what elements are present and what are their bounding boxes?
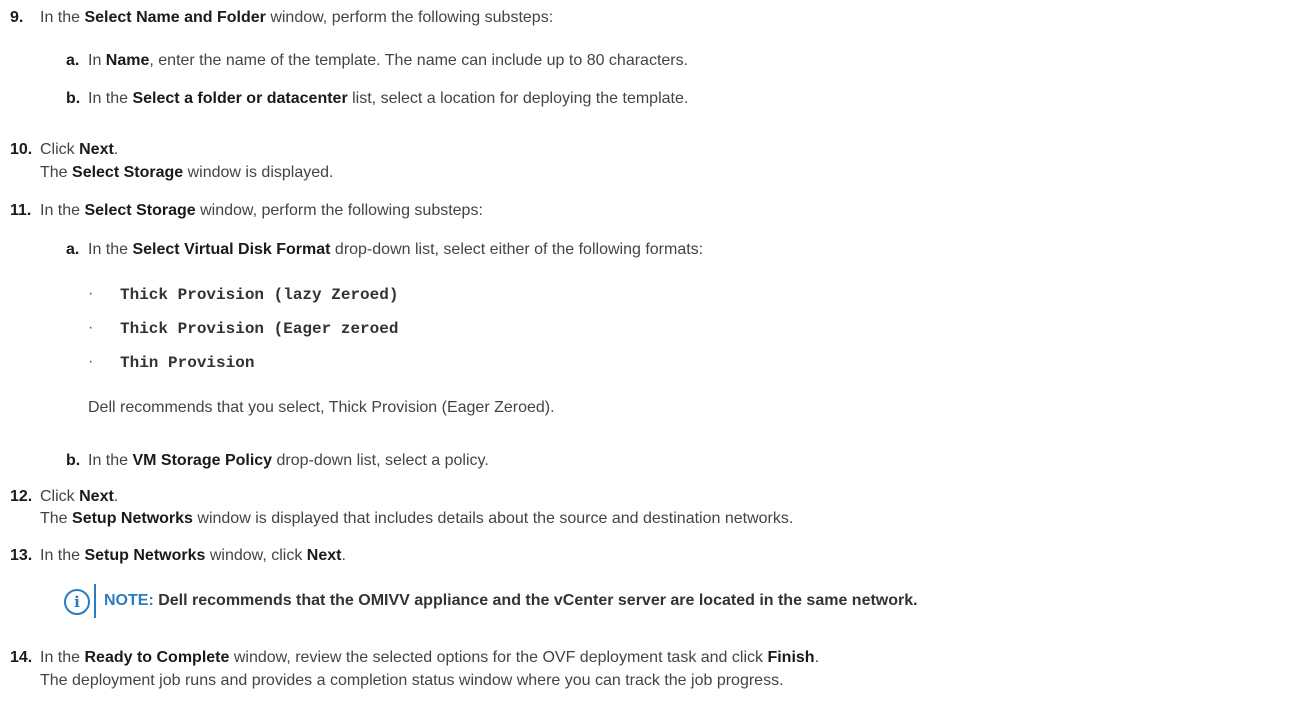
step-text: Click Next. [40, 140, 118, 160]
substep-letter: a. [66, 241, 80, 258]
text-run: . [113, 141, 119, 158]
ui-term: Setup Networks [84, 547, 206, 564]
note-text: NOTE: Dell recommends that the OMIVV app… [104, 591, 918, 611]
text-run: drop-down list, select either of the fol… [330, 241, 704, 258]
text-run: Click [40, 488, 80, 505]
format-item: Thick Provision (lazy Zeroed) [120, 286, 399, 304]
bullet: · [88, 319, 94, 336]
substep-letter: a. [66, 52, 80, 69]
text-run: Click [40, 141, 80, 158]
step-text: In the Setup Networks window, click Next… [40, 546, 346, 566]
recommendation-text: Dell recommends that you select, Thick P… [88, 398, 555, 418]
text-run: window, perform the following substeps: [195, 202, 483, 219]
substep-text: In the Select Virtual Disk Format drop-d… [88, 240, 703, 260]
step-number: 9. [10, 9, 24, 26]
note-label: NOTE: [104, 592, 154, 609]
text-run: Dell recommends that you select, Thick P… [88, 399, 555, 416]
ui-term: Ready to Complete [84, 649, 230, 666]
text-run: window, review the selected options for … [229, 649, 768, 666]
text-run: , enter the name of the template. The na… [149, 52, 689, 69]
text-run: In the [88, 452, 133, 469]
text-run: In the [40, 9, 85, 26]
step-text: In the Ready to Complete window, review … [40, 648, 819, 668]
text-run: . [113, 488, 119, 505]
step-text: In the Select Storage window, perform th… [40, 201, 483, 221]
text-run: window, click [205, 547, 307, 564]
substep-letter: b. [66, 90, 81, 107]
substep-text: In Name, enter the name of the template.… [88, 51, 688, 71]
text-run: In the [88, 90, 133, 107]
text-run: drop-down list, select a policy. [272, 452, 489, 469]
substep-text: In the Select a folder or datacenter lis… [88, 89, 688, 109]
text-run: In [88, 52, 106, 69]
ui-term: Select Storage [84, 202, 196, 219]
step-number: 11. [10, 202, 32, 219]
step-number: 13. [10, 547, 33, 564]
text-run: window is displayed that includes detail… [192, 510, 794, 527]
text-run: In the [88, 241, 133, 258]
ui-term: Next [306, 547, 342, 564]
text-run: window, perform the following substeps: [265, 9, 554, 26]
bullet: · [88, 353, 94, 370]
bullet: · [88, 285, 94, 302]
text-run: window is displayed. [183, 164, 334, 181]
ui-term: VM Storage Policy [132, 452, 273, 469]
step-text: In the Select Name and Folder window, pe… [40, 8, 553, 28]
ui-term: Finish [767, 649, 815, 666]
step-number: 12. [10, 488, 33, 505]
step-text: Click Next. [40, 487, 118, 507]
ui-term: Next [79, 488, 114, 505]
note-divider [94, 584, 96, 618]
ui-term: Select Name and Folder [84, 9, 266, 26]
substep-text: In the VM Storage Policy drop-down list,… [88, 451, 489, 471]
ui-term: Select Storage [72, 164, 184, 181]
text-run: In the [40, 649, 85, 666]
text-run: In the [40, 202, 85, 219]
ui-term: Select a folder or datacenter [132, 90, 348, 107]
ui-term: Select Virtual Disk Format [132, 241, 331, 258]
ui-term: Next [79, 141, 114, 158]
text-run: . [814, 649, 820, 666]
substep-letter: b. [66, 452, 81, 469]
text-run: . [341, 547, 346, 564]
ui-term: Setup Networks [72, 510, 193, 527]
format-item: Thin Provision [120, 354, 255, 372]
text-run: In the [40, 547, 85, 564]
text-run: The [40, 510, 73, 527]
info-icon: i [64, 589, 90, 615]
format-item: Thick Provision (Eager zeroed [120, 320, 399, 338]
step-result-text: The deployment job runs and provides a c… [40, 671, 784, 691]
text-run: list, select a location for deploying th… [347, 90, 689, 107]
text-run: The [40, 164, 73, 181]
note-body: Dell recommends that the OMIVV appliance… [153, 592, 918, 609]
step-result-text: The Select Storage window is displayed. [40, 163, 333, 183]
text-run: The deployment job runs and provides a c… [40, 672, 784, 689]
step-number: 10. [10, 141, 33, 158]
step-number: 14. [10, 649, 33, 666]
ui-term: Name [105, 52, 150, 69]
step-result-text: The Setup Networks window is displayed t… [40, 509, 793, 529]
